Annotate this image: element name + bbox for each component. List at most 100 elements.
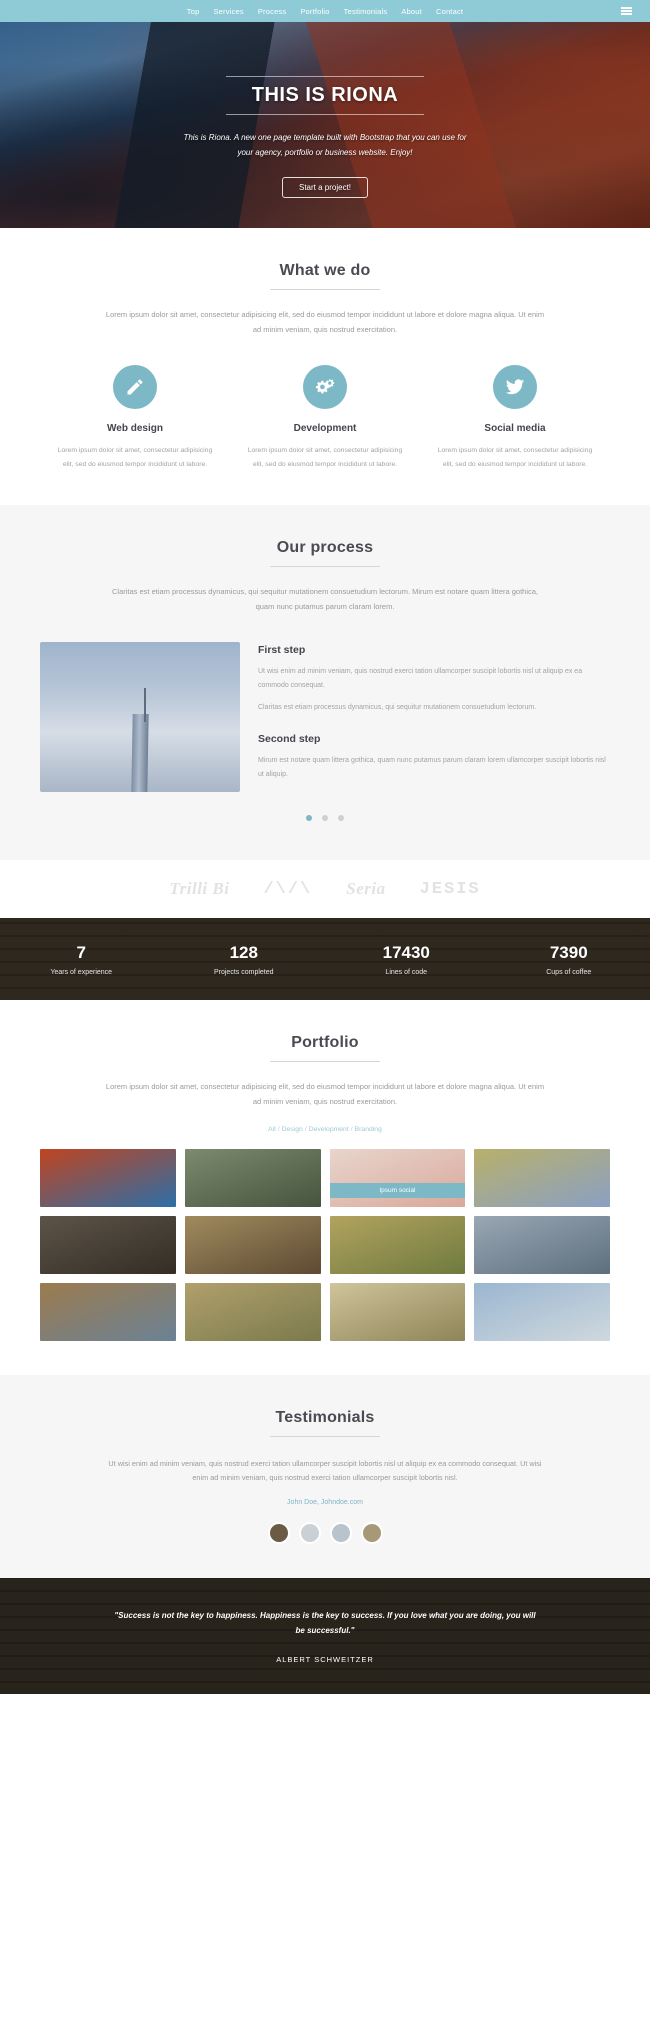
process-section: Our process Claritas est etiam processus…: [0, 505, 650, 861]
hero-section: THIS IS RIONA This is Riona. A new one p…: [0, 22, 650, 228]
avatar[interactable]: [267, 1521, 290, 1544]
menu-icon[interactable]: [621, 7, 632, 15]
slider-dots: [40, 808, 610, 826]
process-lead: Claritas est etiam processus dynamicus, …: [111, 587, 539, 612]
slider-dot-1[interactable]: [305, 815, 312, 822]
nav-item-process[interactable]: Process: [258, 7, 287, 16]
testimonial-author[interactable]: John Doe, Johndoe.com: [40, 1499, 610, 1506]
portfolio-filters: All / Design / Development / Branding: [268, 1126, 382, 1134]
portfolio-tile[interactable]: [474, 1283, 610, 1342]
step-title-first: First step: [258, 644, 306, 657]
counter-years: 7 Years of experience: [0, 943, 163, 976]
counters-section: 7 Years of experience 128 Projects compl…: [0, 918, 650, 1001]
portfolio-tile[interactable]: [40, 1283, 176, 1342]
slider-dot-3[interactable]: [338, 815, 345, 822]
nav-links: Top Services Process Portfolio Testimoni…: [187, 7, 463, 16]
quote-author: ALBERT SCHWEITZER: [276, 1654, 374, 1664]
hero-subtitle: This is Riona. A new one page template b…: [183, 133, 467, 157]
counter-projects: 128 Projects completed: [163, 943, 326, 976]
nav-item-contact[interactable]: Contact: [436, 7, 463, 16]
gears-icon: [303, 365, 347, 409]
avatar[interactable]: [329, 1521, 352, 1544]
nav-item-testimonials[interactable]: Testimonials: [344, 7, 388, 16]
avatar[interactable]: [298, 1521, 321, 1544]
step-paragraph: Ut wisi enim ad minim veniam, quis nostr…: [258, 668, 583, 689]
service-name: Development: [293, 423, 357, 434]
portfolio-tile[interactable]: [329, 1283, 466, 1342]
step-paragraph: Claritas est etiam processus dynamicus, …: [258, 704, 537, 712]
testimonial-avatars: [40, 1521, 610, 1544]
divider: [270, 1436, 380, 1438]
counter-label: Cups of coffee: [546, 968, 592, 976]
slider-dot-2[interactable]: [322, 815, 328, 822]
twitter-icon: [493, 365, 537, 409]
services-section: What we do Lorem ipsum dolor sit amet, c…: [0, 228, 650, 505]
brand-logos-strip: Trilli Bi /\/\ Seria JESIS: [0, 860, 650, 919]
portfolio-tile-caption: Ipsum social: [329, 1183, 466, 1199]
quote-footer: "Success is not the key to happiness. Ha…: [0, 1577, 650, 1694]
service-card-web-design[interactable]: Web design Lorem ipsum dolor sit amet, c…: [40, 365, 230, 471]
nav-item-about[interactable]: About: [401, 7, 422, 16]
counter-lines: 17430 Lines of code: [325, 943, 488, 976]
step-title-second: Second step: [258, 733, 321, 746]
top-navbar: Top Services Process Portfolio Testimoni…: [0, 0, 650, 22]
service-card-social-media[interactable]: Social media Lorem ipsum dolor sit amet,…: [420, 365, 610, 471]
portfolio-grid: Ipsum social: [40, 1149, 610, 1342]
pencil-icon: [113, 365, 157, 409]
portfolio-tile[interactable]: Ipsum social: [329, 1149, 466, 1208]
portfolio-tile[interactable]: [184, 1216, 321, 1275]
filter-branding[interactable]: Branding: [355, 1126, 382, 1133]
brand-logo-mountain: /\/\: [263, 879, 313, 899]
portfolio-tile[interactable]: [184, 1283, 321, 1342]
quote-text: "Success is not the key to happiness. Ha…: [114, 1610, 536, 1636]
brand-logo-jesis: JESIS: [419, 879, 481, 899]
testimonial-quote: Ut wisi enim ad minim veniam, quis nostr…: [108, 1459, 542, 1483]
portfolio-tile[interactable]: [184, 1149, 321, 1208]
filter-development[interactable]: Development: [309, 1126, 349, 1133]
divider: [270, 1061, 380, 1063]
portfolio-section: Portfolio Lorem ipsum dolor sit amet, co…: [0, 1000, 650, 1375]
step-paragraph: Mirum est notare quam littera gothica, q…: [258, 757, 606, 778]
counter-label: Years of experience: [50, 968, 113, 976]
counter-label: Projects completed: [213, 968, 274, 976]
portfolio-tile[interactable]: [474, 1149, 610, 1208]
portfolio-tile[interactable]: [329, 1216, 466, 1275]
nav-item-portfolio[interactable]: Portfolio: [300, 7, 329, 16]
divider: [270, 289, 380, 290]
services-title: What we do: [279, 262, 371, 279]
nav-item-services[interactable]: Services: [213, 7, 243, 16]
page-title: THIS IS RIONA: [225, 76, 425, 115]
service-card-development[interactable]: Development Lorem ipsum dolor sit amet, …: [230, 365, 420, 471]
services-list: Web design Lorem ipsum dolor sit amet, c…: [40, 365, 610, 471]
service-desc: Lorem ipsum dolor sit amet, consectetur …: [57, 447, 213, 468]
portfolio-lead: Lorem ipsum dolor sit amet, consectetur …: [105, 1082, 545, 1107]
process-steps: First step Ut wisi enim ad minim veniam,…: [258, 642, 610, 792]
services-lead: Lorem ipsum dolor sit amet, consectetur …: [105, 310, 545, 334]
filter-all[interactable]: All: [268, 1126, 276, 1133]
testimonials-section: Testimonials Ut wisi enim ad minim venia…: [0, 1375, 650, 1578]
counter-coffee: 7390 Cups of coffee: [488, 943, 650, 976]
service-name: Social media: [484, 423, 546, 434]
counter-value: 128: [229, 942, 258, 962]
counter-value: 17430: [382, 942, 430, 962]
service-desc: Lorem ipsum dolor sit amet, consectetur …: [247, 447, 403, 468]
divider: [270, 566, 380, 568]
brand-logo-seria: Seria: [346, 879, 386, 899]
brand-logo-trilli-bi: Trilli Bi: [169, 879, 230, 899]
portfolio-tile[interactable]: [474, 1216, 610, 1275]
portfolio-title: Portfolio: [291, 1034, 359, 1052]
filter-design[interactable]: Design: [282, 1126, 303, 1133]
counter-label: Lines of code: [385, 968, 428, 976]
process-slider-image[interactable]: [40, 642, 240, 793]
testimonials-title: Testimonials: [275, 1409, 375, 1427]
counter-value: 7390: [549, 942, 588, 962]
avatar[interactable]: [360, 1521, 383, 1544]
portfolio-tile[interactable]: [40, 1149, 176, 1208]
start-project-button[interactable]: Start a project!: [281, 176, 369, 198]
process-title: Our process: [276, 539, 374, 557]
portfolio-tile[interactable]: [40, 1216, 176, 1275]
counter-value: 7: [76, 942, 86, 962]
service-name: Web design: [107, 423, 163, 434]
nav-item-top[interactable]: Top: [187, 7, 200, 16]
service-desc: Lorem ipsum dolor sit amet, consectetur …: [437, 447, 593, 468]
